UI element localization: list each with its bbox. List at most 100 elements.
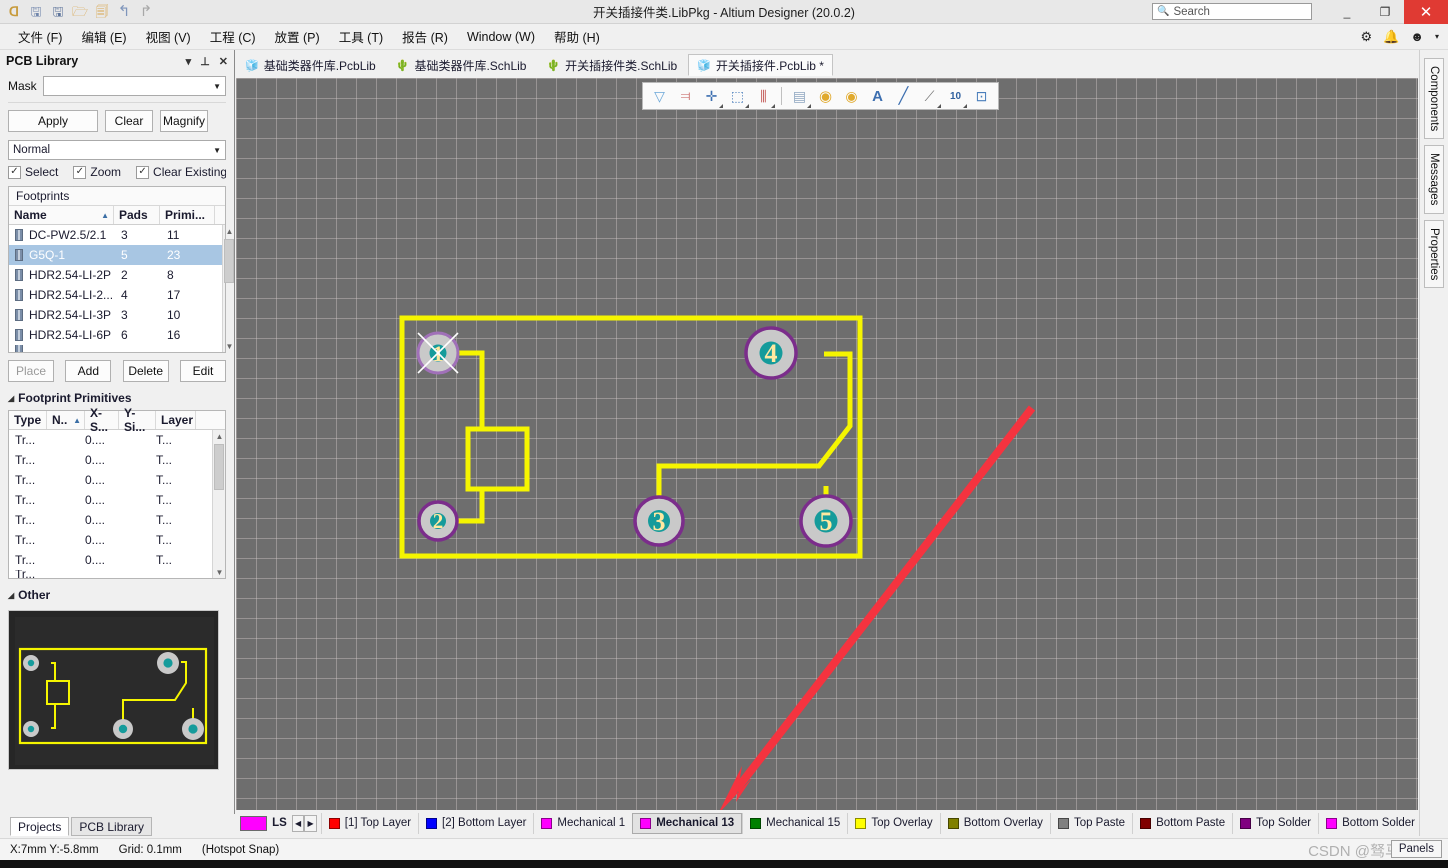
rail-tab-components[interactable]: Components (1424, 58, 1444, 140)
column-header-type[interactable]: Type (9, 411, 47, 429)
rail-tab-messages[interactable]: Messages (1424, 145, 1444, 214)
footprint-preview[interactable] (8, 610, 219, 770)
panel-tab-projects[interactable]: Projects (10, 817, 70, 836)
column-header-primitives[interactable]: Primi... (160, 206, 215, 224)
chevron-down-icon[interactable]: ▼ (213, 146, 221, 155)
layer-tab-mechanical-15[interactable]: Mechanical 15 (742, 812, 847, 834)
component-icon[interactable]: ▤ (787, 84, 812, 108)
table-row[interactable]: Tr... 0.... T... (9, 450, 212, 470)
line-icon[interactable]: ╱ (891, 84, 916, 108)
menu-item-help[interactable]: 帮助 (H) (546, 24, 608, 49)
layer-tab-top-solder[interactable]: Top Solder (1232, 812, 1318, 834)
layer-next-icon[interactable]: ▶ (304, 814, 317, 832)
zoom-checkbox[interactable]: ✓ (73, 165, 87, 179)
pcb-editor-canvas[interactable]: ▽ ⫤ ✛ ⬚ ⫼ ▤ ◉ ◉ A ╱ ⟋ 10 ⊡ 2 3 4 5 (236, 78, 1418, 810)
gear-icon[interactable]: ⚙ (1360, 29, 1372, 45)
layer-sets-label[interactable]: LS (267, 817, 292, 829)
layer-tab-bottom-paste[interactable]: Bottom Paste (1132, 812, 1232, 834)
table-row[interactable]: Tr... 0.... T... (9, 510, 212, 530)
mode-select[interactable]: Normal ▼ (8, 140, 226, 160)
layer-tab-top-layer[interactable]: [1] Top Layer (320, 812, 418, 834)
bell-icon[interactable]: 🔔 (1383, 29, 1399, 45)
layer-tab-bottom-solder[interactable]: Bottom Solder (1318, 812, 1422, 834)
doc-tab-pcblib-switch[interactable]: 🧊 开关插接件.PcbLib * (688, 54, 833, 76)
table-row[interactable]: Tr... 0.... T... (9, 550, 212, 570)
select-checkbox[interactable]: ✓ (8, 165, 21, 179)
table-row[interactable]: DC-PW2.5/2.1 3 11 (9, 225, 222, 245)
magnify-button[interactable]: Magnify (160, 110, 208, 132)
layer-tab-top-paste[interactable]: Top Paste (1049, 812, 1132, 834)
menu-item-edit[interactable]: 编辑 (E) (73, 24, 134, 49)
column-header-name[interactable]: Name ▲ (9, 206, 114, 224)
minimize-button[interactable]: _ (1328, 0, 1366, 24)
select-area-icon[interactable]: ⬚ (725, 84, 750, 108)
other-section-header[interactable]: ◢ Other (8, 588, 226, 602)
table-row[interactable]: HDR2.54-LI-3P 3 10 (9, 305, 222, 325)
align-icon[interactable]: ⫼ (751, 84, 776, 108)
footprint-primitives-section-header[interactable]: ◢ Footprint Primitives (8, 391, 226, 405)
layer-tab-bottom-layer[interactable]: [2] Bottom Layer (418, 812, 533, 834)
layer-tab-bottom-overlay[interactable]: Bottom Overlay (939, 812, 1050, 834)
panel-menu-icon[interactable]: ▾ (186, 55, 192, 68)
rail-tab-properties[interactable]: Properties (1424, 219, 1444, 289)
column-header-layer[interactable]: Layer (156, 411, 196, 429)
layer-tab-mechanical-1[interactable]: Mechanical 1 (533, 812, 632, 834)
layer-tab-top-overlay[interactable]: Top Overlay (847, 812, 939, 834)
place-button[interactable]: Place (8, 360, 54, 382)
active-layer-color-swatch[interactable] (240, 815, 268, 831)
scroll-thumb[interactable] (214, 444, 224, 490)
scroll-up-icon[interactable]: ▲ (223, 225, 236, 237)
doc-tab-pcblib-base[interactable]: 🧊 基础类器件库.PcbLib (236, 54, 385, 76)
table-row-partial[interactable] (9, 345, 222, 352)
panel-tab-pcb-library[interactable]: PCB Library (71, 817, 153, 836)
open-project-icon[interactable]: 🗐 (92, 2, 112, 22)
doc-tab-schlib-base[interactable]: 🌵 基础类器件库.SchLib (387, 54, 536, 76)
chevron-down-icon[interactable]: ▾ (1435, 32, 1439, 41)
column-header-pads[interactable]: Pads (114, 206, 160, 224)
doc-tab-schlib-switch[interactable]: 🌵 开关插接件类.SchLib (537, 54, 686, 76)
account-icon[interactable]: ☻ (1410, 29, 1424, 44)
table-row[interactable]: G5Q-1 5 23 (9, 245, 222, 265)
column-header-xsize[interactable]: X-S... (85, 406, 119, 434)
column-header-ysize[interactable]: Y-Si... (119, 406, 156, 434)
place-from-file-icon[interactable]: ⊡ (969, 84, 994, 108)
search-input[interactable]: 🔍 Search (1152, 3, 1312, 20)
add-button[interactable]: Add (65, 360, 112, 382)
table-row[interactable]: HDR2.54-LI-2P 2 8 (9, 265, 222, 285)
close-panel-icon[interactable]: ✕ (219, 55, 228, 68)
pin-icon[interactable]: ⊥ (200, 55, 210, 68)
panels-button[interactable]: Panels (1390, 840, 1442, 858)
redo-icon[interactable]: ↱ (136, 2, 156, 22)
magnet-snap-icon[interactable]: ⫤ (673, 84, 698, 108)
save-all-icon[interactable]: 🖫 (48, 2, 68, 22)
clear-button[interactable]: Clear (105, 110, 153, 132)
close-button[interactable]: ✕ (1404, 0, 1448, 24)
layer-tab-mechanical-13[interactable]: Mechanical 13 (632, 812, 743, 834)
restore-button[interactable]: ❐ (1366, 0, 1404, 24)
layer-prev-icon[interactable]: ◀ (291, 814, 305, 832)
move-icon[interactable]: ✛ (699, 84, 724, 108)
primitives-scrollbar[interactable]: ▲ ▼ (212, 430, 225, 578)
footprints-scrollbar[interactable]: ▲ ▼ (222, 225, 234, 352)
table-row[interactable]: Tr... 0.... T... (9, 470, 212, 490)
via-icon[interactable]: ◉ (839, 84, 864, 108)
altium-logo-icon[interactable]: ᗡ (4, 2, 24, 22)
menu-item-file[interactable]: 文件 (F) (10, 24, 70, 49)
table-row-partial[interactable]: Tr... (9, 570, 212, 578)
menu-item-project[interactable]: 工程 (C) (202, 24, 264, 49)
table-row[interactable]: Tr... 0.... T... (9, 530, 212, 550)
scroll-down-icon[interactable]: ▼ (223, 340, 236, 352)
scroll-down-icon[interactable]: ▼ (213, 566, 226, 578)
pad-icon[interactable]: ◉ (813, 84, 838, 108)
edit-button[interactable]: Edit (179, 360, 226, 382)
open-icon[interactable]: 🗁 (70, 2, 90, 22)
menu-item-window[interactable]: Window (W) (459, 27, 543, 47)
table-row[interactable]: Tr... 0.... T... (9, 490, 212, 510)
collapse-triangle-icon[interactable]: ◢ (8, 394, 14, 403)
menu-item-place[interactable]: 放置 (P) (267, 24, 328, 49)
text-icon[interactable]: A (865, 84, 890, 108)
menu-item-view[interactable]: 视图 (V) (138, 24, 199, 49)
table-row[interactable]: HDR2.54-LI-6P 6 16 (9, 325, 222, 345)
scroll-thumb[interactable] (224, 239, 234, 283)
menu-item-tools[interactable]: 工具 (T) (331, 24, 391, 49)
